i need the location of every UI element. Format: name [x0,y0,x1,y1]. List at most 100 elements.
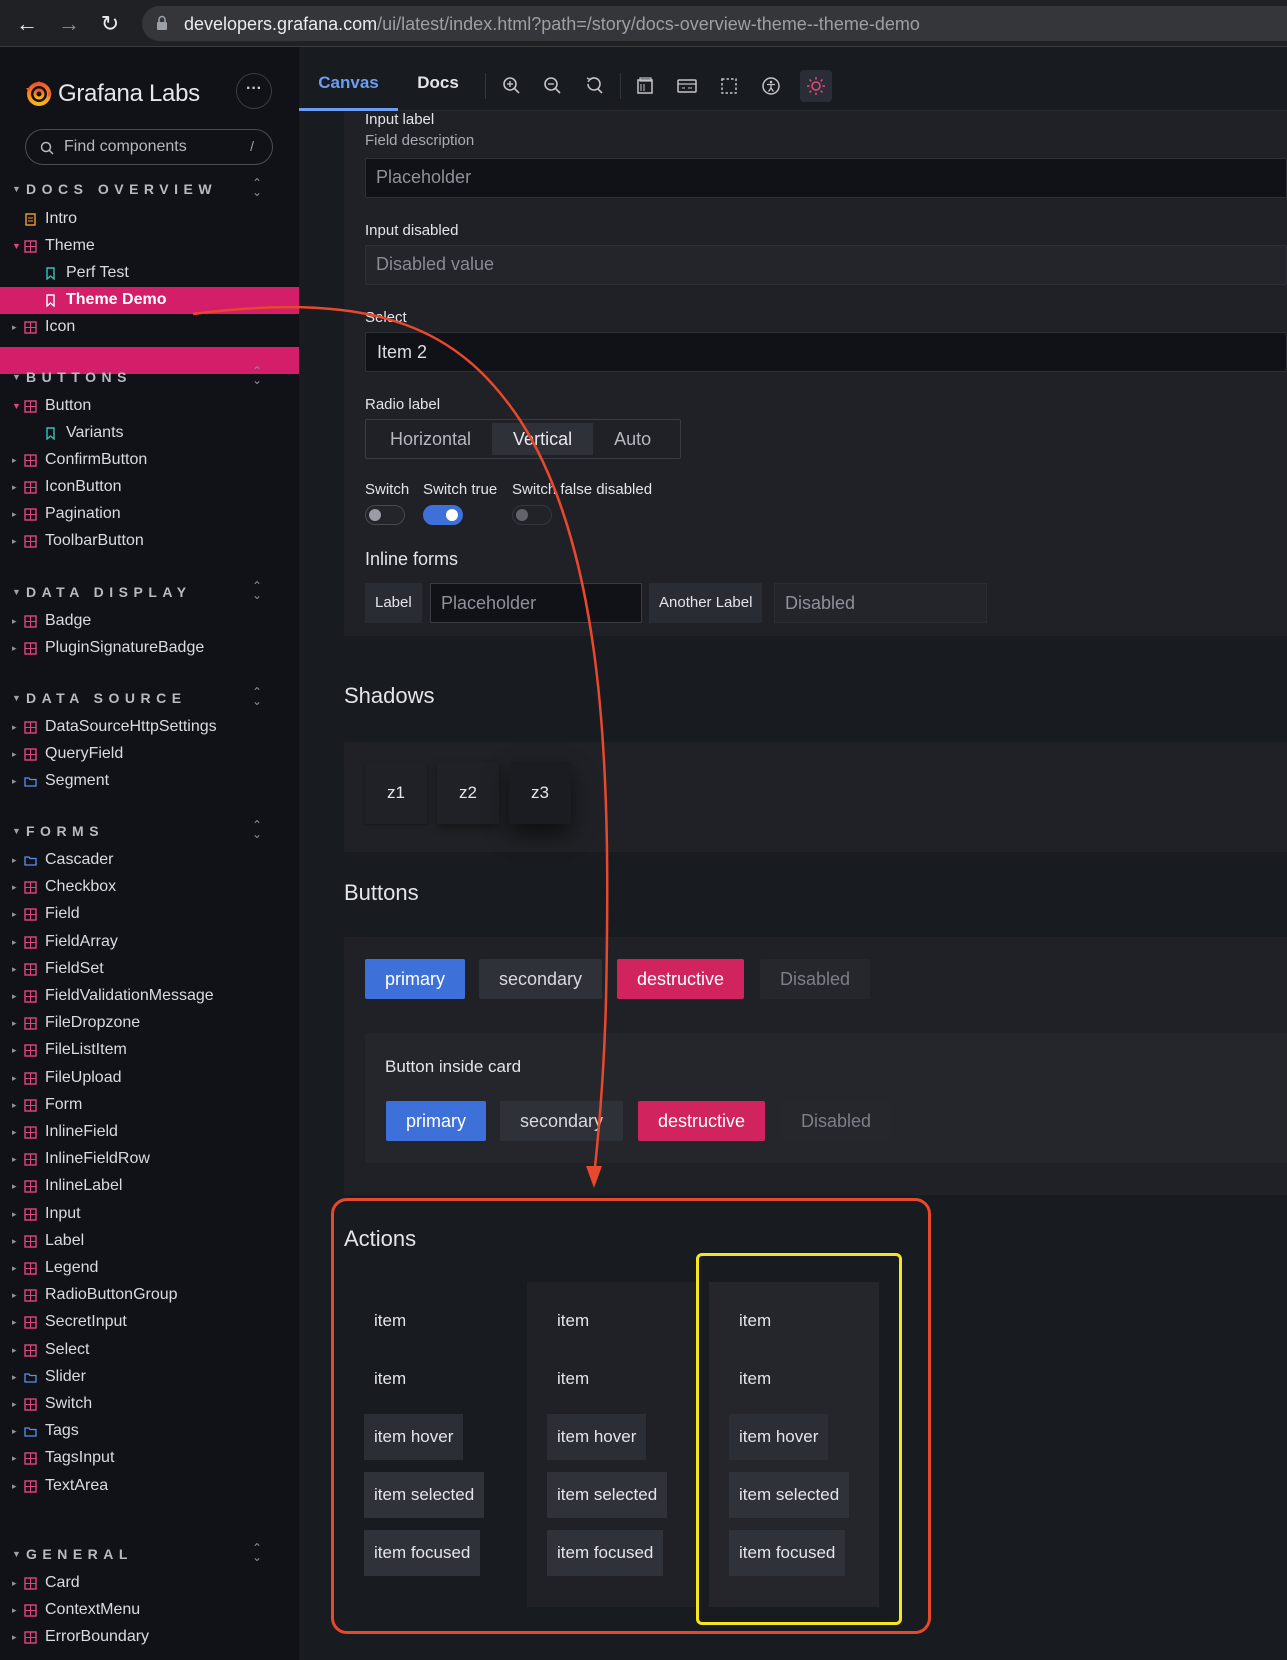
destructive-button[interactable]: destructive [617,959,745,999]
sidebar-item-query-field[interactable]: ▸ QueryField [0,741,299,768]
sidebar-item-slider[interactable]: ▸ Slider [0,1364,299,1391]
sidebar-item-card[interactable]: ▸ Card [0,1570,299,1597]
sidebar-item-inline-field[interactable]: ▸ InlineField [0,1119,299,1146]
expand-collapse-icon[interactable]: ⌃ ⌄ [252,686,262,707]
grafana-labs-logo[interactable]: Grafana Labs [24,77,200,111]
sidebar-item-secret-input[interactable]: ▸ SecretInput [0,1309,299,1336]
radio-option-auto[interactable]: Auto [593,423,672,455]
section-forms[interactable]: ▼ FORMS ⌃ ⌄ [0,819,299,843]
sidebar-item-input[interactable]: ▸ Input [0,1201,299,1228]
sidebar-item-checkbox[interactable]: ▸ Checkbox [0,874,299,901]
viewport-icon[interactable] [674,73,700,99]
component-icon [24,508,37,521]
search-input[interactable] [64,138,234,156]
radio-option-horizontal[interactable]: Horizontal [369,423,492,455]
sidebar-item-icon-button[interactable]: ▸ IconButton [0,474,299,501]
background-icon[interactable] [632,73,658,99]
switch-false-disabled-label: Switch false disabled [512,481,653,498]
caret-right-icon: ▸ [12,1371,17,1382]
sidebar-item-tags-input[interactable]: ▸ TagsInput [0,1445,299,1472]
sidebar-item-intro[interactable]: Intro [0,206,299,233]
sidebar-item-context-menu[interactable]: ▸ ContextMenu [0,1597,299,1624]
find-components-search[interactable]: / [25,129,273,165]
component-icon [24,240,37,253]
sidebar-item-inline-field-row[interactable]: ▸ InlineFieldRow [0,1146,299,1173]
sidebar-item-text-area[interactable]: ▸ TextArea [0,1473,299,1500]
sidebar-item-label: Theme Demo [66,291,167,308]
forward-arrow-icon[interactable]: → [56,11,82,37]
caret-right-icon: ▸ [12,1045,17,1056]
text-input[interactable] [376,167,1076,188]
zoom-reset-icon[interactable] [582,73,608,99]
inline-input-text[interactable] [441,593,621,614]
caret-right-icon: ▸ [12,1632,17,1642]
sidebar-item-field-validation-message[interactable]: ▸ FieldValidationMessage [0,983,299,1010]
sidebar-item-error-boundary[interactable]: ▸ ErrorBoundary [0,1624,299,1651]
sidebar-item-legend[interactable]: ▸ Legend [0,1255,299,1282]
select-dropdown[interactable]: Item 2 [365,332,1287,372]
section-buttons[interactable]: ▼ BUTTONS ⌃ ⌄ [0,365,299,389]
sidebar-item-cascader[interactable]: ▸ Cascader [0,847,299,874]
sidebar-item-plugin-signature-badge[interactable]: ▸ PluginSignatureBadge [0,635,299,662]
sidebar-item-pagination[interactable]: ▸ Pagination [0,501,299,528]
section-general[interactable]: ▼ GENERAL ⌃ ⌄ [0,1542,299,1566]
sidebar-item-switch[interactable]: ▸ Switch [0,1391,299,1418]
back-arrow-icon[interactable]: ← [14,11,40,37]
caret-right-icon: ▸ [12,1208,17,1219]
sidebar-item-confirm-button[interactable]: ▸ ConfirmButton [0,447,299,474]
section-label: BUTTONS [26,369,132,385]
sidebar-item-button[interactable]: ▼ Button [0,393,299,420]
expand-collapse-icon[interactable]: ⌃ ⌄ [252,177,262,198]
section-data-display[interactable]: ▼ DATA DISPLAY ⌃ ⌄ [0,580,299,604]
switch-off[interactable] [365,505,405,525]
sidebar-item-icon[interactable]: ▸ Icon [0,314,299,341]
address-bar[interactable]: developers.grafana.com/ui/latest/index.h… [142,6,1287,41]
sidebar-item-inline-label[interactable]: ▸ InlineLabel [0,1173,299,1200]
sidebar-item-field-array[interactable]: ▸ FieldArray [0,929,299,956]
sidebar-item-file-dropzone[interactable]: ▸ FileDropzone [0,1010,299,1037]
card-destructive-button[interactable]: destructive [638,1101,766,1141]
expand-collapse-icon[interactable]: ⌃ ⌄ [252,819,262,840]
section-docs-overview[interactable]: ▼ DOCS OVERVIEW ⌃ ⌄ [0,177,299,201]
expand-collapse-icon[interactable]: ⌃ ⌄ [252,580,262,601]
zoom-in-icon[interactable] [499,73,525,99]
section-data-source[interactable]: ▼ DATA SOURCE ⌃ ⌄ [0,686,299,710]
caret-right-icon: ▸ [12,1072,17,1083]
inline-input[interactable] [430,583,642,623]
sidebar-item-select[interactable]: ▸ Select [0,1337,299,1364]
zoom-out-icon[interactable] [540,73,566,99]
primary-button[interactable]: primary [365,959,466,999]
accessibility-icon[interactable] [758,73,784,99]
more-options-button[interactable]: ··· [236,73,272,109]
sidebar-item-field[interactable]: ▸ Field [0,901,299,928]
card-secondary-button[interactable]: secondary [500,1101,624,1141]
sidebar-item-perf-test[interactable]: Perf Test [0,260,299,287]
sidebar-item-label[interactable]: ▸ Label [0,1228,299,1255]
sidebar-item-variants[interactable]: Variants [0,420,299,447]
sidebar-item-tags[interactable]: ▸ Tags [0,1418,299,1445]
theme-toggle-sun-icon[interactable] [800,70,832,102]
sidebar-item-toolbar-button[interactable]: ▸ ToolbarButton [0,528,299,555]
sidebar-item-form[interactable]: ▸ Form [0,1092,299,1119]
sidebar-item-datasource-http-settings[interactable]: ▸ DataSourceHttpSettings [0,714,299,741]
expand-collapse-icon[interactable]: ⌃ ⌄ [252,1542,262,1563]
sidebar-item-segment[interactable]: ▸ Segment [0,768,299,795]
secondary-button[interactable]: secondary [479,959,603,999]
caret-right-icon: ▸ [12,855,17,865]
outline-icon[interactable] [716,73,742,99]
sidebar-item-field-set[interactable]: ▸ FieldSet [0,956,299,983]
sidebar-item-badge[interactable]: ▸ Badge [0,608,299,635]
text-input-field[interactable] [365,158,1287,198]
sidebar-item-theme[interactable]: ▼ Theme [0,233,299,260]
switch-on[interactable] [423,505,463,525]
sidebar-item-file-upload[interactable]: ▸ FileUpload [0,1065,299,1092]
radio-option-vertical[interactable]: Vertical [492,423,594,455]
expand-collapse-icon[interactable]: ⌃ ⌄ [252,365,262,386]
card-primary-button[interactable]: primary [386,1101,487,1141]
sidebar-item-theme-demo-selected[interactable]: Theme Demo [0,287,299,314]
sidebar-item-radio-button-group[interactable]: ▸ RadioButtonGroup [0,1282,299,1309]
reload-icon[interactable]: ↻ [97,11,123,37]
sidebar-item-file-list-item[interactable]: ▸ FileListItem [0,1037,299,1064]
tab-docs[interactable]: Docs [398,61,478,111]
tab-canvas[interactable]: Canvas [299,61,398,111]
